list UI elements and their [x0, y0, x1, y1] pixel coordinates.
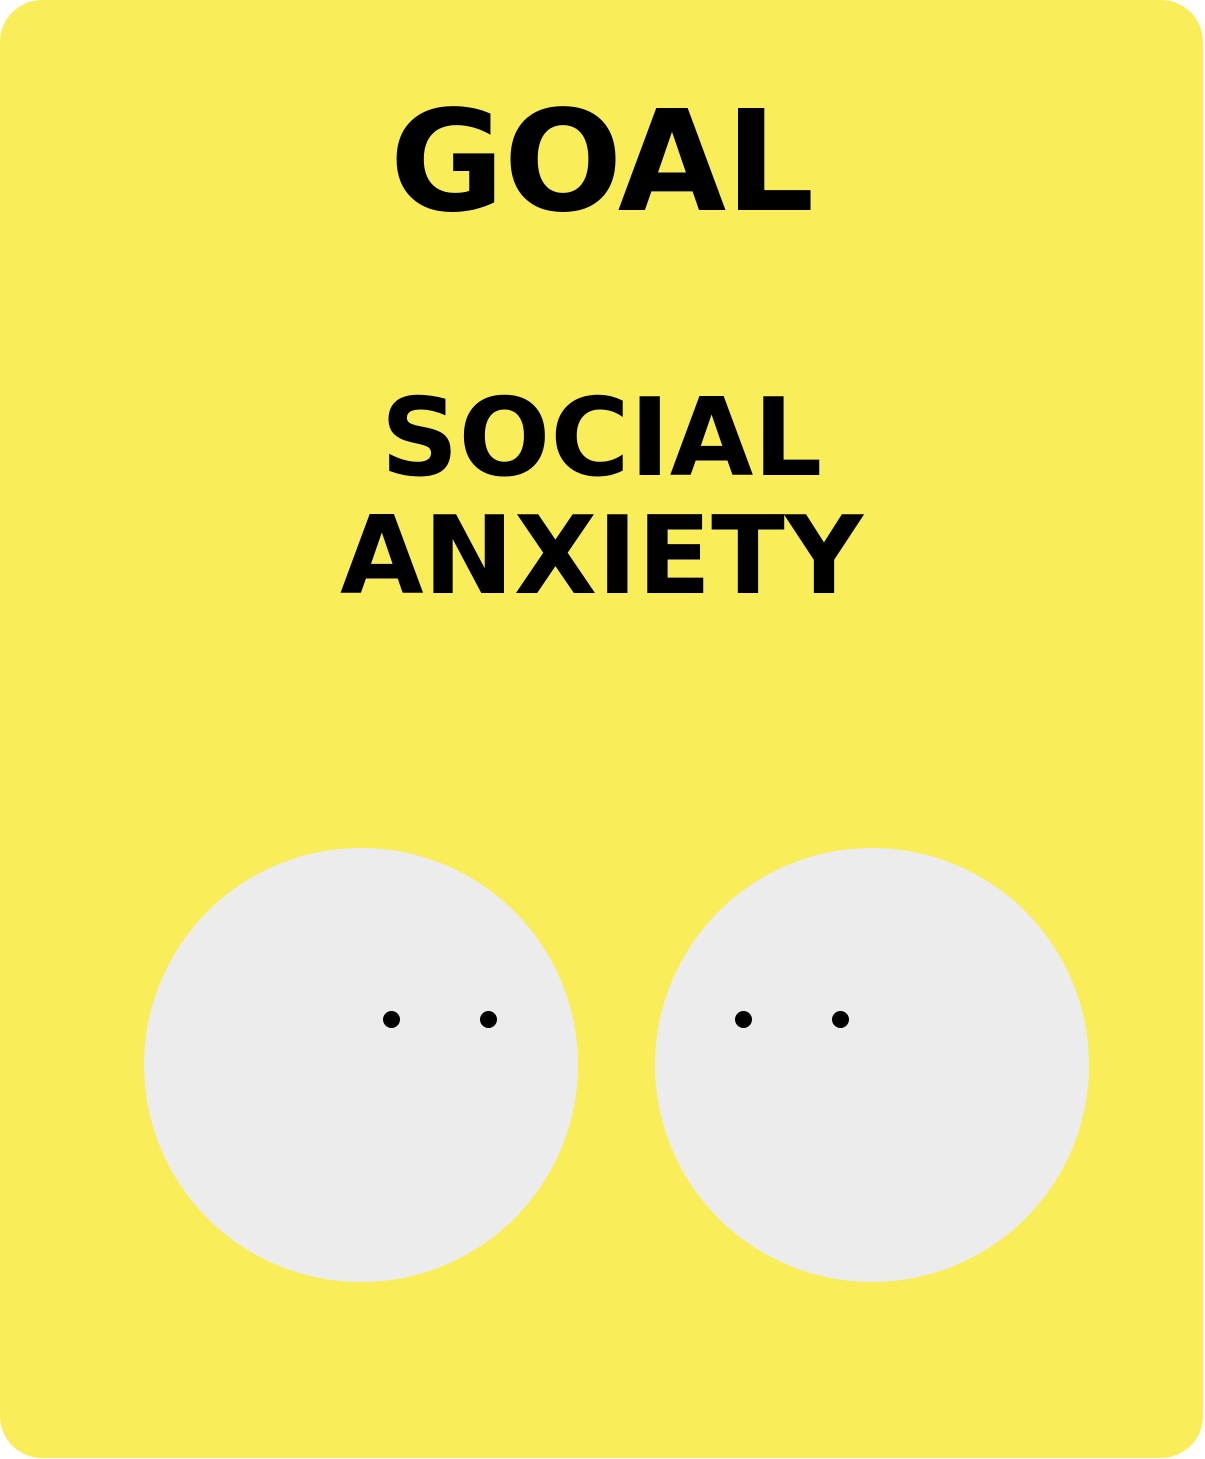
subtitle-line-2: ANXIETY — [339, 494, 864, 619]
left-eye-icon — [735, 1011, 752, 1028]
card-subtitle: SOCIAL ANXIETY — [0, 380, 1203, 616]
right-eye-icon — [480, 1011, 497, 1028]
right-eye-icon — [832, 1011, 849, 1028]
card-title: GOAL — [389, 81, 815, 244]
subtitle-line-1: SOCIAL — [380, 376, 823, 501]
goal-card: GOAL SOCIAL ANXIETY — [0, 0, 1203, 1458]
left-eye-icon — [383, 1011, 400, 1028]
left-face-icon — [144, 848, 578, 1282]
right-face-icon — [655, 848, 1089, 1282]
